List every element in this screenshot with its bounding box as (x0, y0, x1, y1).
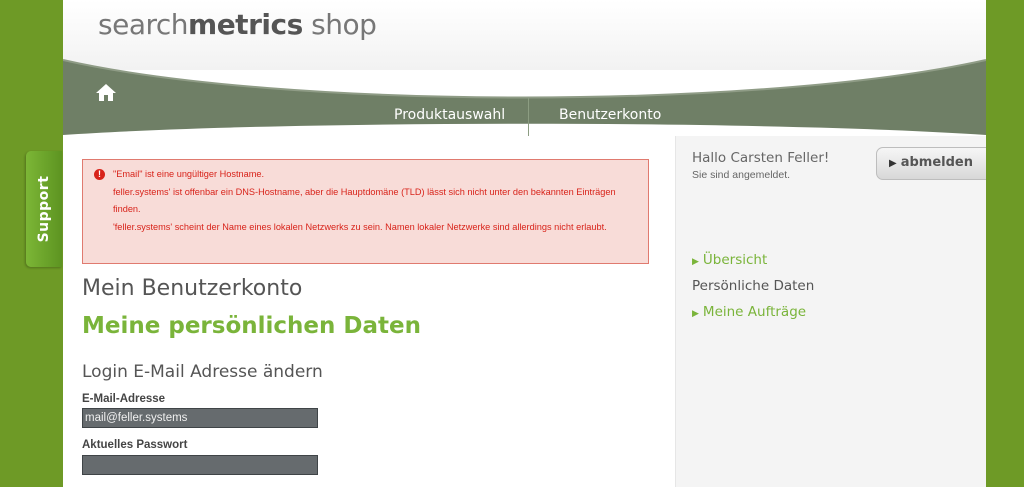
email-input[interactable] (82, 408, 318, 428)
page-title: Mein Benutzerkonto (82, 276, 303, 301)
section-title: Login E-Mail Adresse ändern (82, 362, 323, 382)
error-line-3: 'feller.systems' scheint der Name eines … (113, 221, 607, 232)
arrow-right-icon: ▶ (692, 309, 699, 319)
logo-light: search (98, 8, 189, 41)
logout-button[interactable]: ▶ abmelden (876, 147, 986, 180)
page-container: searchmetrics shop Produktauswahl Benutz… (63, 0, 986, 487)
error-icon: ! (94, 169, 105, 180)
error-message-box: ! "Email" ist eine ungültiger Hostname. … (82, 159, 649, 264)
support-label: Support (36, 175, 52, 243)
password-input[interactable] (82, 455, 318, 475)
sidebar-link-label: Meine Aufträge (702, 304, 807, 320)
page-subtitle: Meine persönlichen Daten (82, 313, 421, 339)
nav-divider (528, 98, 529, 136)
nav-band (63, 59, 986, 135)
home-icon[interactable] (95, 82, 117, 102)
nav-item-produktauswahl[interactable]: Produktauswahl (394, 107, 505, 123)
greeting-text: Hallo Carsten Feller! (692, 150, 830, 166)
support-tab[interactable]: Support (26, 151, 62, 267)
sidebar-link-meine-auftraege[interactable]: ▶ Meine Aufträge (692, 304, 806, 320)
logo-bold: metrics (188, 8, 303, 41)
logo[interactable]: searchmetrics shop (98, 8, 377, 41)
play-arrow-icon: ▶ (889, 158, 897, 169)
email-label: E-Mail-Adresse (82, 393, 166, 405)
sidebar-link-label: Übersicht (702, 252, 768, 268)
sidebar-item-persoenliche-daten: Persönliche Daten (692, 278, 815, 294)
logo-suffix: shop (302, 8, 377, 41)
logout-label: abmelden (900, 155, 973, 170)
password-label: Aktuelles Passwort (82, 439, 188, 451)
login-status: Sie sind angemeldet. (692, 169, 791, 181)
error-line-2: feller.systems' ist offenbar ein DNS-Hos… (113, 186, 616, 215)
arrow-right-icon: ▶ (692, 257, 699, 267)
nav-item-benutzerkonto[interactable]: Benutzerkonto (559, 107, 661, 123)
error-line-1: "Email" ist eine ungültiger Hostname. (113, 169, 265, 179)
sidebar-link-uebersicht[interactable]: ▶ Übersicht (692, 252, 767, 268)
